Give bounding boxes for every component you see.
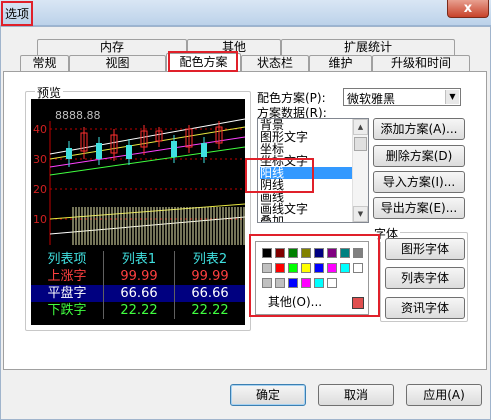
- add-scheme-button[interactable]: 添加方案(A)...: [373, 118, 465, 140]
- preview-row-up: 上涨字 99.99 99.99: [47, 268, 229, 285]
- tab-maintenance[interactable]: 维护: [309, 55, 372, 71]
- y-tick-10: 10: [33, 213, 47, 226]
- preview-row-down: 下跌字 22.22 22.22: [47, 302, 229, 319]
- chevron-down-icon[interactable]: ▼: [445, 90, 459, 104]
- close-button[interactable]: x: [447, 0, 489, 18]
- scroll-down-icon[interactable]: ▼: [353, 206, 368, 222]
- price-label: 8888.88: [55, 109, 101, 122]
- highlight-box-tab: [168, 51, 238, 72]
- y-tick-40: 40: [33, 123, 47, 136]
- title-bar[interactable]: [0, 0, 491, 26]
- list-item[interactable]: 叠加: [260, 215, 352, 222]
- preview-table-header: 列表项 列表1 列表2: [47, 251, 228, 268]
- list-font-button[interactable]: 列表字体: [385, 267, 465, 289]
- ok-button[interactable]: 确定: [230, 384, 306, 406]
- y-tick-20: 20: [33, 183, 47, 196]
- tab-view[interactable]: 视图: [69, 55, 166, 71]
- scheme-select-value: 微软雅黑: [347, 92, 396, 106]
- highlight-box-palette: [249, 234, 380, 317]
- cancel-button[interactable]: 取消: [318, 384, 394, 406]
- graph-font-button[interactable]: 图形字体: [385, 238, 465, 260]
- news-font-button[interactable]: 资讯字体: [385, 297, 465, 319]
- list-scrollbar[interactable]: ▲ ▼: [352, 119, 368, 222]
- tab-statusbar[interactable]: 状态栏: [241, 55, 309, 71]
- import-scheme-button[interactable]: 导入方案(I)...: [373, 171, 465, 193]
- scroll-thumb[interactable]: [354, 137, 367, 151]
- close-icon: x: [463, 1, 473, 16]
- scheme-select[interactable]: 微软雅黑 ▼: [343, 88, 461, 106]
- highlight-box-list: [245, 158, 314, 193]
- scroll-up-icon[interactable]: ▲: [353, 119, 368, 135]
- tab-memory[interactable]: 内存: [37, 39, 187, 55]
- preview-canvas: 8888.88 40 30 20 10 列表项 列表1 列表2 上涨字 99.9…: [31, 99, 245, 325]
- apply-button[interactable]: 应用(A): [406, 384, 482, 406]
- delete-scheme-button[interactable]: 删除方案(D): [373, 145, 465, 167]
- tab-general[interactable]: 常规: [20, 55, 69, 71]
- preview-row-flat: 平盘字 66.66 66.66: [31, 285, 245, 302]
- tab-extended-stats[interactable]: 扩展统计: [281, 39, 455, 55]
- tab-upgrade-time[interactable]: 升级和时间: [372, 55, 470, 71]
- export-scheme-button[interactable]: 导出方案(E)...: [373, 197, 465, 219]
- window-title: 选项: [1, 1, 34, 26]
- volume-bars: [72, 207, 245, 245]
- y-tick-30: 30: [33, 153, 47, 166]
